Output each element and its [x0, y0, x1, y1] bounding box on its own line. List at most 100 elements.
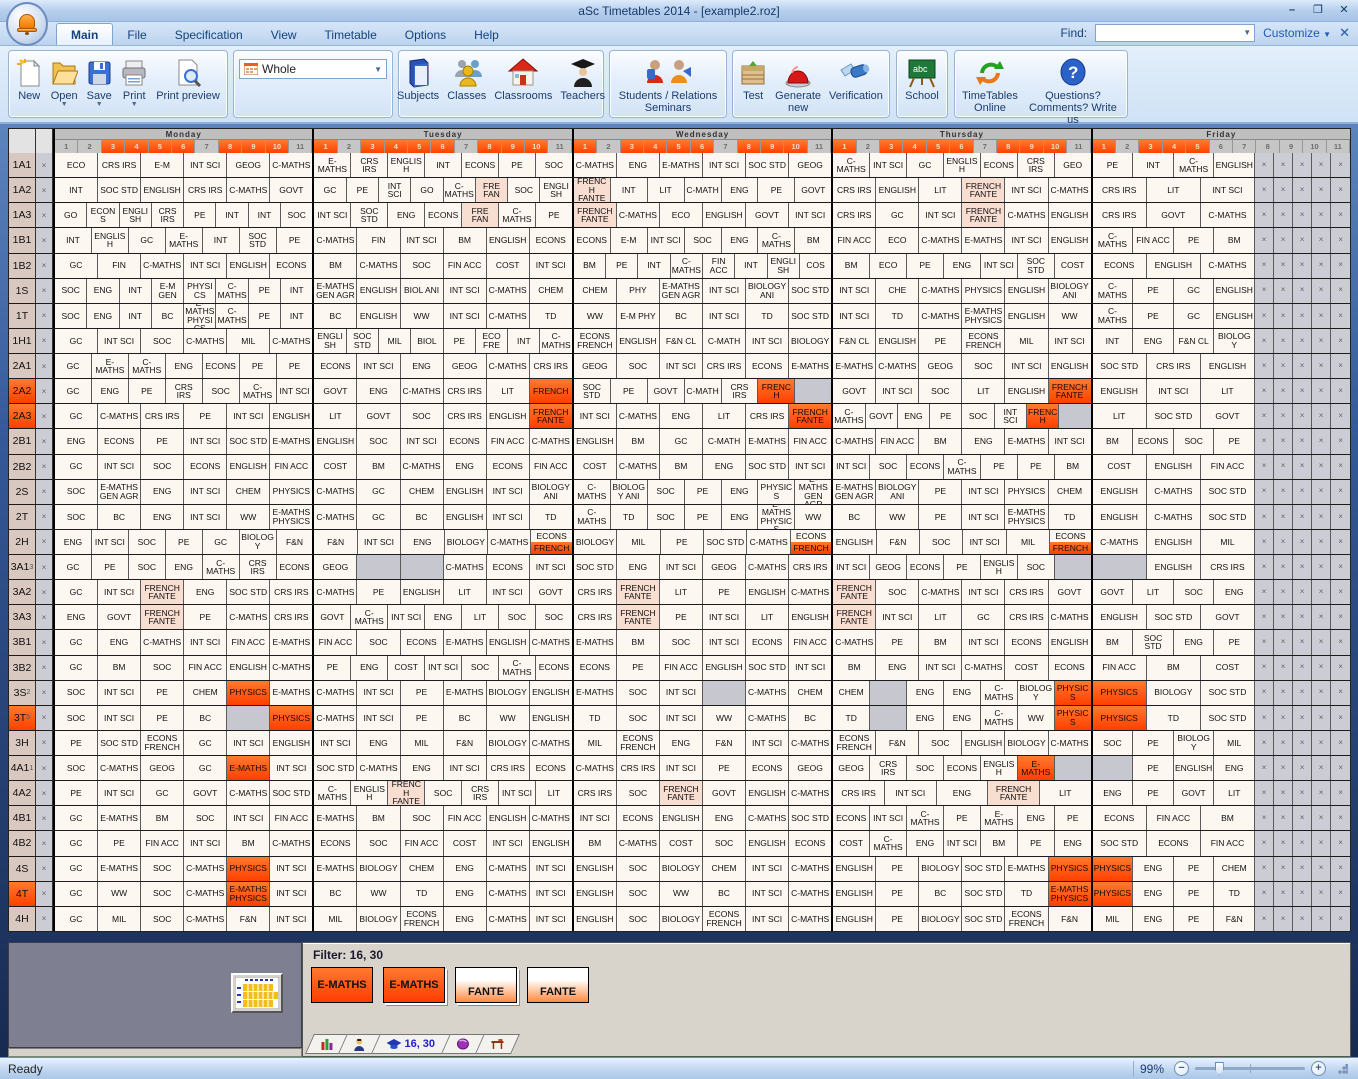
timetable-card[interactable]: C-MATHS: [876, 354, 919, 378]
timetable-card[interactable]: C-MATHS: [1093, 530, 1147, 554]
timetable-card[interactable]: PE: [1093, 153, 1134, 177]
timetable-card[interactable]: ECONSFRENCH: [1050, 530, 1090, 554]
row-clear-cell[interactable]: ×: [36, 203, 53, 227]
timetable-card[interactable]: PE: [240, 354, 277, 378]
timetable-card[interactable]: PE: [876, 857, 919, 881]
timetable-card[interactable]: PE: [1018, 455, 1055, 479]
timetable-card[interactable]: LIT: [1214, 781, 1255, 805]
timetable-card[interactable]: PE: [876, 907, 919, 931]
period-header[interactable]: 5: [667, 140, 690, 153]
zoom-slider[interactable]: [1195, 1067, 1305, 1070]
timetable-card[interactable]: ENGLISH: [1049, 203, 1091, 227]
timetable-card[interactable]: INT SCI: [92, 530, 129, 554]
row-clear-cell[interactable]: ×: [36, 480, 53, 504]
timetable-card[interactable]: ENG: [944, 681, 981, 705]
timetable-card[interactable]: FIN ACC: [444, 806, 487, 830]
timetable-card[interactable]: E-MATHS: [981, 806, 1018, 830]
timetable-card[interactable]: SOC: [141, 455, 184, 479]
timetable-card[interactable]: INT: [281, 304, 312, 328]
timetable-card[interactable]: BIOLOGY: [357, 907, 400, 931]
timetable-card[interactable]: ENG: [876, 656, 919, 680]
timetable-card[interactable]: ENGLISH: [981, 555, 1018, 579]
timetable-card[interactable]: C-MATHS: [789, 781, 831, 805]
timetable-card[interactable]: INT SCI: [530, 857, 572, 881]
timetable-card[interactable]: INT SCI: [703, 304, 746, 328]
timetable-card[interactable]: BIOLOGY ANI: [876, 480, 919, 504]
row-clear-cell[interactable]: ×: [36, 455, 53, 479]
class-label-3A3[interactable]: 3A3: [9, 605, 36, 629]
row-clear-cell[interactable]: ×: [36, 429, 53, 453]
timetable-card[interactable]: SOC STD: [1201, 480, 1255, 504]
class-label-2B1[interactable]: 2B1: [9, 429, 36, 453]
timetable-card[interactable]: C-MATHS: [833, 404, 865, 428]
timetable-card[interactable]: FRENCH FANTE: [833, 580, 876, 604]
period-header[interactable]: 5: [927, 140, 950, 153]
row-clear-cell[interactable]: ×: [36, 404, 53, 428]
timetable-card[interactable]: ECONS FRENCH: [574, 329, 617, 353]
timetable-card[interactable]: E-MATHS: [166, 228, 203, 252]
timetable-card[interactable]: C-MATHS: [617, 455, 660, 479]
period-header[interactable]: 8: [478, 140, 501, 153]
timetable-card[interactable]: PHYSICS: [1093, 882, 1134, 906]
timetable-card[interactable]: MIL: [1005, 329, 1048, 353]
timetable-card[interactable]: F&N: [703, 731, 746, 755]
timetable-card[interactable]: ECONS: [907, 455, 944, 479]
timetable-card[interactable]: ENGLISH: [141, 178, 184, 202]
period-header[interactable]: 7: [714, 140, 737, 153]
timetable-card[interactable]: INT SCI: [876, 379, 919, 403]
timetable-card[interactable]: C-MATH: [685, 379, 722, 403]
timetable-card[interactable]: INT: [425, 153, 462, 177]
empty-slot[interactable]: [1059, 404, 1090, 428]
timetable-card[interactable]: WW: [487, 706, 530, 730]
timetable-card[interactable]: C-MATHS: [919, 580, 962, 604]
class-label-3H[interactable]: 3H: [9, 731, 36, 755]
timetable-card[interactable]: FIN ACC: [487, 429, 530, 453]
timetable-card[interactable]: INT SCI: [962, 480, 1005, 504]
period-header[interactable]: 9: [761, 140, 784, 153]
timetable-card[interactable]: FIN ACC: [184, 656, 227, 680]
row-clear-cell[interactable]: ×: [36, 781, 53, 805]
timetable-card[interactable]: BM: [833, 656, 876, 680]
timetable-card[interactable]: ENG: [1133, 907, 1174, 931]
empty-slot[interactable]: [401, 555, 444, 579]
timetable-card[interactable]: LIT: [1133, 580, 1174, 604]
class-label-3B2[interactable]: 3B2: [9, 656, 36, 680]
timetable-card[interactable]: BIOLOGY: [487, 731, 530, 755]
timetable-card[interactable]: BM: [919, 429, 962, 453]
timetable-card[interactable]: GEOG: [574, 354, 617, 378]
timetable-card[interactable]: C-MATHS: [227, 178, 270, 202]
empty-slot[interactable]: [1093, 756, 1134, 780]
timetable-card[interactable]: C-MATHS: [98, 756, 141, 780]
timetable-card[interactable]: GC: [55, 354, 92, 378]
timetable-card[interactable]: LIT: [1147, 178, 1201, 202]
timetable-card[interactable]: GO: [411, 178, 443, 202]
timetable-card[interactable]: SOC: [919, 731, 962, 755]
period-header[interactable]: 3: [880, 140, 903, 153]
timetable-card[interactable]: C-MATHS: [747, 530, 790, 554]
timetable-card[interactable]: ENG: [907, 831, 944, 855]
timetable-card[interactable]: SOC: [281, 203, 312, 227]
card-e-maths[interactable]: E-MATHS: [311, 967, 373, 1003]
timetable-card[interactable]: LIT: [919, 605, 962, 629]
timetable-card[interactable]: BIOLOGY ANI: [1049, 279, 1091, 303]
period-header[interactable]: 10: [1044, 140, 1067, 153]
timetable-card[interactable]: SOC STD: [789, 806, 831, 830]
timetable-card[interactable]: ENGLISH: [227, 254, 270, 278]
timetable-card[interactable]: PE: [1214, 630, 1255, 654]
timetable-card[interactable]: SOC STD: [351, 203, 388, 227]
timetable-card[interactable]: INT SCI: [870, 153, 907, 177]
timetable-card[interactable]: SOC: [508, 178, 540, 202]
timetable-card[interactable]: INT SCI: [703, 630, 746, 654]
timetable-card[interactable]: GEOG: [227, 153, 270, 177]
timetable-card[interactable]: INT SCI: [277, 379, 313, 403]
timetable-card[interactable]: INT SCI: [401, 228, 444, 252]
timetable-card[interactable]: FRENCH FANTE: [388, 781, 425, 805]
timetable-card[interactable]: CRS IRS: [833, 203, 876, 227]
timetable-card[interactable]: ECO FRE: [476, 329, 508, 353]
timetable-card[interactable]: CHEM: [574, 279, 617, 303]
period-header[interactable]: 9: [502, 140, 525, 153]
timetable-card[interactable]: CRS IRS: [833, 781, 885, 805]
timetable-card[interactable]: ECONS: [574, 228, 611, 252]
timetable-card[interactable]: E-M PHY: [617, 304, 660, 328]
row-clear-cell[interactable]: ×: [36, 530, 53, 554]
